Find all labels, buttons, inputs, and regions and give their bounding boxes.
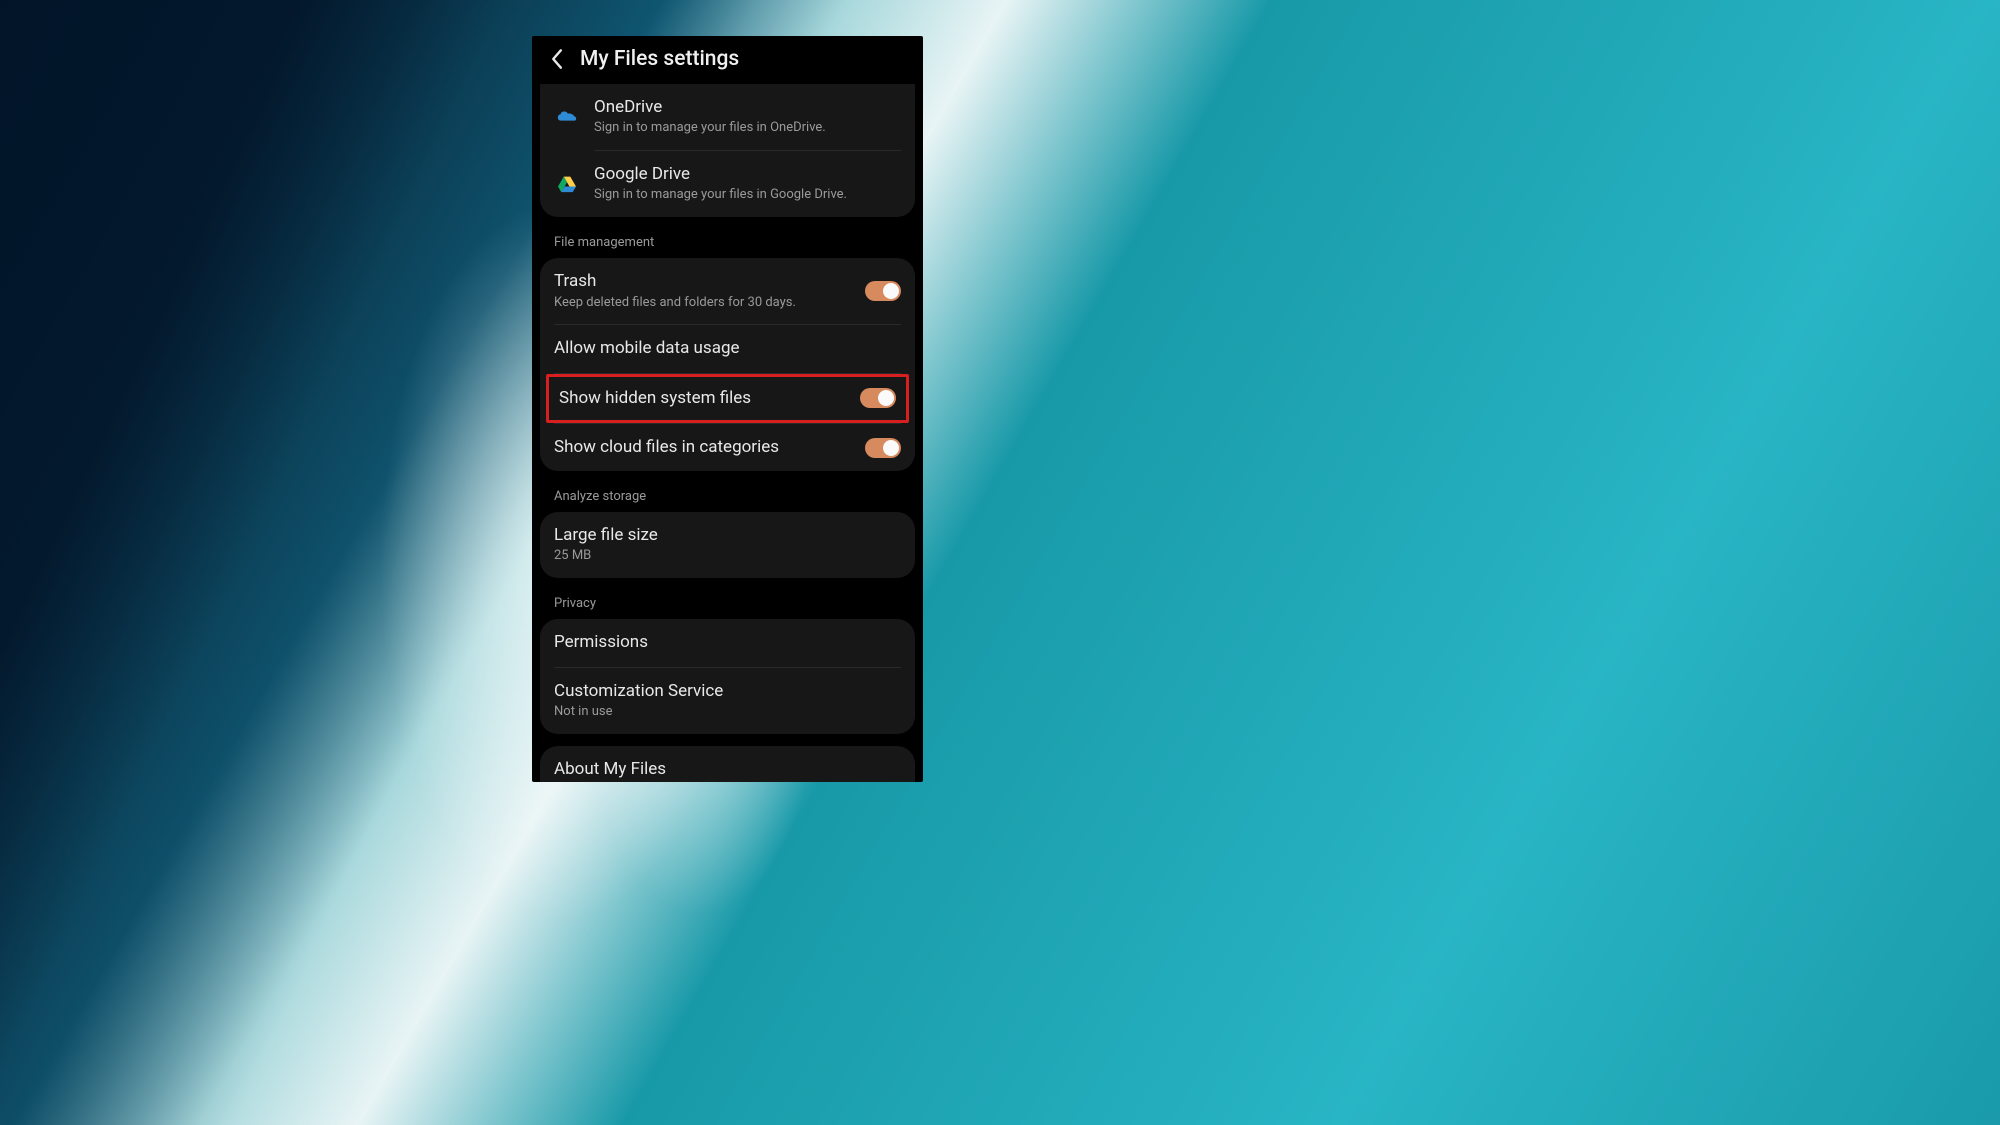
show-hidden-files-title: Show hidden system files [559,388,846,409]
trash-subtitle: Keep deleted files and folders for 30 da… [554,295,851,312]
onedrive-row[interactable]: OneDrive Sign in to manage your files in… [540,84,915,150]
phone-screen: My Files settings OneDrive Sign in to ma… [532,36,923,782]
back-button[interactable] [546,46,566,72]
about-my-files-row[interactable]: About My Files [540,746,915,782]
onedrive-icon [556,106,578,128]
onedrive-title: OneDrive [594,97,901,118]
about-my-files-title: About My Files [554,759,901,780]
google-drive-row[interactable]: Google Drive Sign in to manage your file… [540,151,915,217]
permissions-title: Permissions [554,632,901,653]
onedrive-subtitle: Sign in to manage your files in OneDrive… [594,120,901,137]
allow-mobile-data-title: Allow mobile data usage [554,338,901,359]
large-file-size-row[interactable]: Large file size 25 MB [540,512,915,578]
large-file-size-title: Large file size [554,525,901,546]
section-analyze-storage: Analyze storage [532,483,923,512]
customization-service-subtitle: Not in use [554,704,901,721]
privacy-card: Permissions Customization Service Not in… [540,619,915,733]
file-management-card: Trash Keep deleted files and folders for… [540,258,915,471]
permissions-row[interactable]: Permissions [540,619,915,666]
google-drive-title: Google Drive [594,164,901,185]
cloud-accounts-card: OneDrive Sign in to manage your files in… [540,84,915,217]
analyze-storage-card: Large file size 25 MB [540,512,915,578]
show-hidden-files-row[interactable]: Show hidden system files [549,377,906,420]
trash-title: Trash [554,271,851,292]
page-title: My Files settings [580,47,739,71]
section-privacy: Privacy [532,590,923,619]
chevron-left-icon [550,48,563,70]
about-card: About My Files [540,746,915,782]
large-file-size-subtitle: 25 MB [554,548,901,565]
app-header: My Files settings [532,36,923,84]
customization-service-row[interactable]: Customization Service Not in use [540,668,915,734]
customization-service-title: Customization Service [554,681,901,702]
trash-row[interactable]: Trash Keep deleted files and folders for… [540,258,915,324]
google-drive-subtitle: Sign in to manage your files in Google D… [594,187,901,204]
show-hidden-files-toggle[interactable] [860,388,896,408]
google-drive-icon [556,173,578,195]
trash-toggle[interactable] [865,281,901,301]
show-hidden-highlight: Show hidden system files [546,374,909,423]
show-cloud-files-row[interactable]: Show cloud files in categories [540,424,915,471]
show-cloud-files-toggle[interactable] [865,438,901,458]
allow-mobile-data-row[interactable]: Allow mobile data usage [540,325,915,372]
section-file-management: File management [532,229,923,258]
show-cloud-files-title: Show cloud files in categories [554,437,851,458]
